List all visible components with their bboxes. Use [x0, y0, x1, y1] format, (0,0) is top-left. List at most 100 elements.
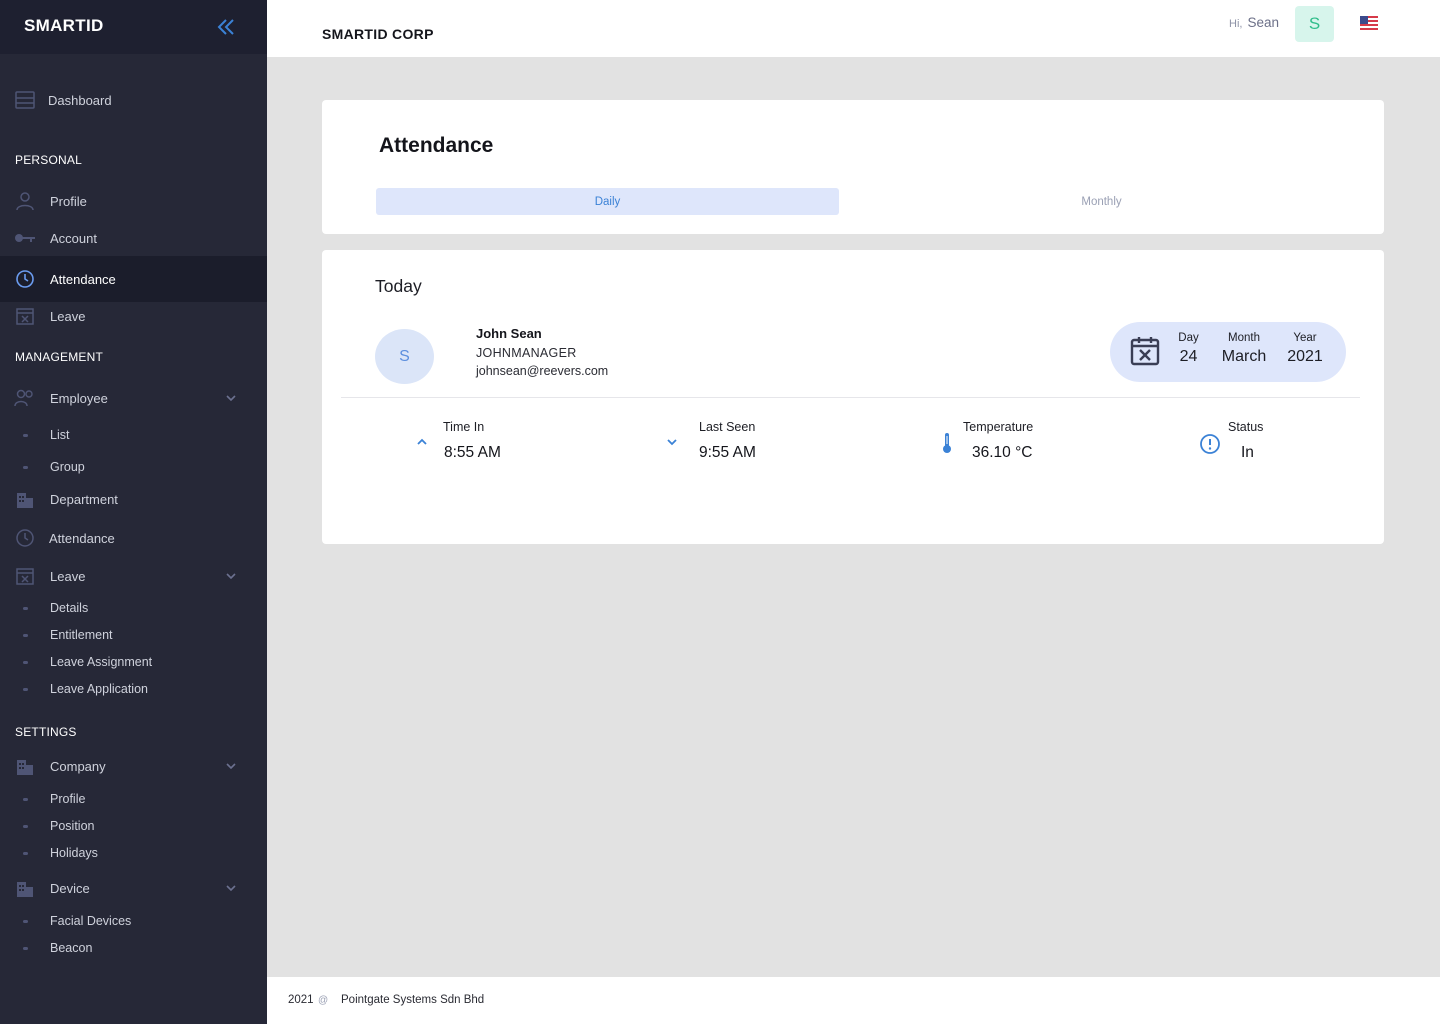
- tab-daily[interactable]: Daily: [376, 188, 839, 215]
- sidebar-subitem-leave-assignment[interactable]: Leave Assignment: [0, 651, 267, 673]
- chevron-up-icon: [417, 438, 427, 445]
- sidebar-subitem-label: Leave Application: [50, 682, 148, 696]
- sidebar-subitem-label: Holidays: [50, 846, 98, 860]
- sidebar: SMARTID Dashboard PERSONAL Profile Accou…: [0, 0, 267, 1024]
- users-icon: [14, 387, 36, 409]
- user-avatar[interactable]: S: [1295, 6, 1334, 42]
- company-name: SMARTID CORP: [322, 26, 434, 42]
- sidebar-item-employee[interactable]: Employee: [0, 379, 267, 417]
- day-label: Day: [1178, 332, 1199, 344]
- sidebar-subitem-details[interactable]: Details: [0, 597, 267, 619]
- alert-circle-icon: [1200, 434, 1220, 454]
- bullet-icon: [23, 660, 28, 664]
- chevron-down-icon: [226, 885, 236, 892]
- sidebar-item-mgmt-leave[interactable]: Leave: [0, 557, 267, 595]
- sidebar-subitem-entitlement[interactable]: Entitlement: [0, 624, 267, 646]
- sidebar-subitem-facial-devices[interactable]: Facial Devices: [0, 910, 267, 932]
- stat-value: 9:55 AM: [699, 444, 756, 461]
- collapse-sidebar-icon[interactable]: [215, 16, 237, 38]
- chevron-down-icon: [226, 763, 236, 770]
- sidebar-item-account[interactable]: Account: [0, 219, 267, 257]
- sidebar-item-label: Profile: [50, 193, 87, 209]
- sidebar-subitem-label: Facial Devices: [50, 914, 132, 928]
- sidebar-item-leave[interactable]: Leave: [0, 297, 267, 335]
- today-card: Today S John Sean JOHNMANAGER johnsean@r…: [322, 250, 1384, 544]
- sidebar-item-label: Dashboard: [48, 92, 112, 108]
- chevron-down-icon: [667, 439, 677, 446]
- date-month: Month March: [1218, 332, 1270, 366]
- calendar-x-icon: [14, 305, 36, 327]
- stat-label: Temperature: [963, 420, 1034, 434]
- day-value: 24: [1179, 348, 1198, 365]
- user-icon: [14, 190, 36, 212]
- bullet-icon: [23, 824, 28, 828]
- sidebar-item-attendance[interactable]: Attendance: [0, 256, 267, 302]
- sidebar-item-label: Company: [50, 758, 106, 774]
- bullet-icon: [23, 606, 28, 610]
- clock-icon: [14, 527, 36, 549]
- footer: 2021 @ Pointgate Systems Sdn Bhd: [267, 977, 1440, 1024]
- sidebar-subitem-group[interactable]: Group: [0, 456, 267, 478]
- sidebar-subitem-label: Position: [50, 819, 95, 833]
- employee-name: John Sean: [476, 326, 542, 341]
- month-value: March: [1221, 348, 1267, 365]
- clock-icon: [14, 268, 36, 290]
- building-icon: [14, 877, 36, 899]
- key-icon: [14, 227, 36, 249]
- greeting-text: Hi,: [1229, 18, 1243, 30]
- bullet-icon: [23, 433, 28, 437]
- sidebar-item-department[interactable]: Department: [0, 480, 267, 518]
- thermometer-icon: [943, 433, 951, 453]
- sidebar-item-label: Leave: [50, 308, 86, 324]
- employee-role: JOHNMANAGER: [476, 346, 577, 360]
- building-icon: [14, 488, 36, 510]
- sidebar-subitem-list[interactable]: List: [0, 424, 267, 446]
- sidebar-subitem-position[interactable]: Position: [0, 815, 267, 837]
- sidebar-subitem-label: Beacon: [50, 941, 93, 955]
- sidebar-subitem-company-profile[interactable]: Profile: [0, 788, 267, 810]
- date-day: Day 24: [1176, 332, 1201, 366]
- sidebar-subitem-beacon[interactable]: Beacon: [0, 937, 267, 959]
- calendar-x-icon: [14, 565, 36, 587]
- sidebar-subitem-leave-application[interactable]: Leave Application: [0, 678, 267, 700]
- dashboard-icon: [14, 89, 36, 111]
- sidebar-item-label: Department: [50, 491, 118, 507]
- sidebar-item-profile[interactable]: Profile: [0, 182, 267, 220]
- sidebar-item-mgmt-attendance[interactable]: Attendance: [0, 519, 267, 557]
- building-icon: [14, 755, 36, 777]
- sidebar-item-dashboard[interactable]: Dashboard: [0, 81, 267, 119]
- sidebar-item-company[interactable]: Company: [0, 747, 267, 785]
- bullet-icon: [23, 797, 28, 801]
- section-management: MANAGEMENT: [15, 350, 104, 364]
- divider: [341, 397, 1360, 398]
- sidebar-item-label: Account: [50, 230, 97, 246]
- stat-label: Time In: [443, 420, 485, 434]
- sidebar-item-label: Employee: [50, 390, 108, 406]
- sidebar-header: SMARTID: [0, 0, 267, 54]
- us-flag-icon[interactable]: [1360, 16, 1378, 32]
- sidebar-subitem-holidays[interactable]: Holidays: [0, 842, 267, 864]
- month-label: Month: [1228, 332, 1260, 344]
- chevron-down-icon: [226, 395, 236, 402]
- sidebar-subitem-label: Entitlement: [50, 628, 113, 642]
- employee-email: johnsean@reevers.com: [476, 364, 609, 378]
- sidebar-item-label: Attendance: [50, 271, 116, 287]
- stat-value: 8:55 AM: [444, 444, 501, 461]
- sidebar-item-label: Attendance: [49, 530, 115, 546]
- sidebar-item-device[interactable]: Device: [0, 869, 267, 907]
- section-personal: PERSONAL: [15, 153, 82, 167]
- tab-monthly[interactable]: Monthly: [880, 188, 1323, 215]
- footer-year: 2021: [288, 994, 314, 1006]
- year-label: Year: [1293, 332, 1317, 344]
- date-year: Year 2021: [1286, 332, 1324, 366]
- sidebar-subitem-label: List: [50, 428, 70, 442]
- top-header: SMARTID CORP Hi, Sean S: [267, 0, 1440, 57]
- bullet-icon: [23, 465, 28, 469]
- year-value: 2021: [1287, 348, 1323, 365]
- stat-value: In: [1241, 444, 1254, 461]
- section-settings: SETTINGS: [15, 725, 77, 739]
- bullet-icon: [23, 851, 28, 855]
- date-display: Day 24 Month March Year 2021: [1110, 322, 1346, 382]
- sidebar-item-label: Device: [50, 880, 90, 896]
- sidebar-subitem-label: Leave Assignment: [50, 655, 153, 669]
